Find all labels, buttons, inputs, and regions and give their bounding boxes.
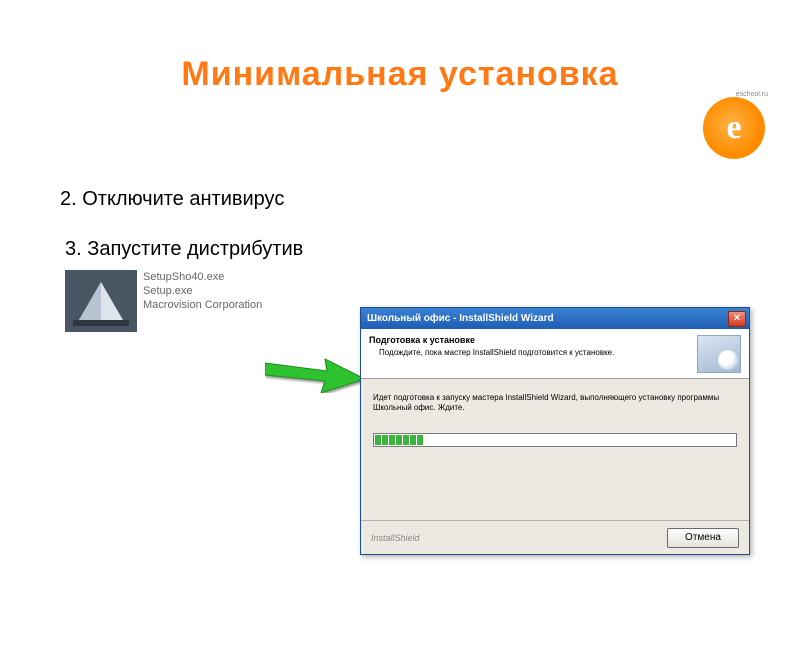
wizard-titlebar[interactable]: Школьный офис - InstallShield Wizard × xyxy=(361,308,749,329)
file-listing: SetupSho40.exe Setup.exe Macrovision Cor… xyxy=(65,270,262,332)
progress-segment xyxy=(403,435,409,445)
progress-segment xyxy=(410,435,416,445)
wizard-header-icon xyxy=(697,335,741,373)
progress-segment xyxy=(382,435,388,445)
wizard-footer: InstallShield Отмена xyxy=(361,520,749,554)
close-button[interactable]: × xyxy=(728,311,746,327)
slide-title: Минимальная установка xyxy=(0,55,800,94)
progress-segment xyxy=(396,435,402,445)
install-wizard-window: Школьный офис - InstallShield Wizard × П… xyxy=(360,307,750,555)
file-name-2: Setup.exe xyxy=(143,284,262,298)
file-vendor: Macrovision Corporation xyxy=(143,298,262,312)
progress-segment xyxy=(417,435,423,445)
wizard-body: Идет подготовка к запуску мастера Instal… xyxy=(361,379,749,461)
installer-icon xyxy=(65,270,137,332)
step-3-text: 3. Запустите дистрибутив xyxy=(65,238,303,261)
file-name-1: SetupSho40.exe xyxy=(143,270,262,284)
wizard-header-title: Подготовка к установке xyxy=(369,335,697,345)
logo-icon xyxy=(703,97,765,159)
step-2-text: 2. Отключите антивирус xyxy=(60,188,284,211)
progress-segment xyxy=(389,435,395,445)
wizard-body-text: Идет подготовка к запуску мастера Instal… xyxy=(373,393,737,413)
progress-bar xyxy=(373,433,737,447)
wizard-header-subtitle: Подождите, пока мастер InstallShield под… xyxy=(369,348,697,358)
file-names: SetupSho40.exe Setup.exe Macrovision Cor… xyxy=(143,270,262,312)
progress-segment xyxy=(375,435,381,445)
wizard-header: Подготовка к установке Подождите, пока м… xyxy=(361,329,749,379)
wizard-title-text: Школьный офис - InstallShield Wizard xyxy=(367,313,554,324)
installshield-brand: InstallShield xyxy=(371,533,420,543)
arrow-icon xyxy=(265,355,365,393)
cancel-button[interactable]: Отмена xyxy=(667,528,739,548)
